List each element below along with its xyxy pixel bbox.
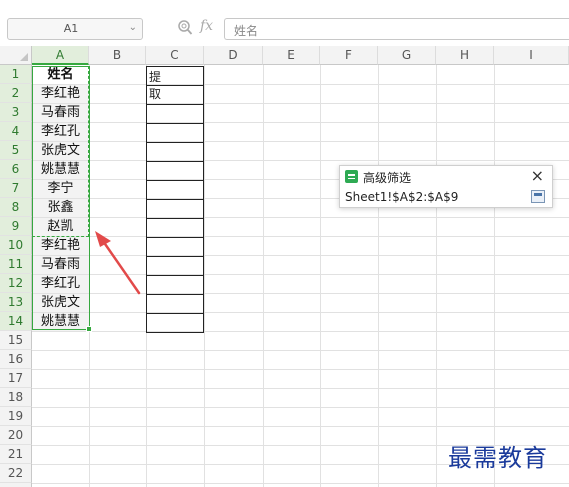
advanced-filter-dialog[interactable]: 高级筛选 × Sheet1!$A$2:$A$9 [339,165,553,208]
watermark-logo: 最需教育 [448,444,548,472]
gridline-vertical [378,65,379,487]
name-box-value: A1 [63,22,79,35]
column-header-c[interactable]: C [146,46,204,65]
cell-c3[interactable] [146,104,204,124]
row-header-23[interactable]: 23 [0,483,32,487]
row-header-22[interactable]: 22 [0,464,32,483]
gridline-vertical [204,65,205,487]
row-header-11[interactable]: 11 [0,255,32,274]
cell-c6[interactable] [146,161,204,181]
column-header-b[interactable]: B [89,46,146,65]
row-header-5[interactable]: 5 [0,141,32,160]
gridline-horizontal [32,236,569,237]
dialog-title: 高级筛选 [363,171,412,185]
select-all-corner[interactable] [0,46,32,65]
gridline-horizontal [32,369,569,370]
cell-c10[interactable] [146,237,204,257]
column-header-h[interactable]: H [436,46,494,65]
cell-c9[interactable] [146,218,204,238]
cell-c4[interactable] [146,123,204,143]
gridline-horizontal [32,141,569,142]
row-header-17[interactable]: 17 [0,369,32,388]
range-input[interactable]: Sheet1!$A$2:$A$9 [345,190,458,204]
collapse-range-icon[interactable] [531,190,545,203]
row-header-16[interactable]: 16 [0,350,32,369]
row-header-15[interactable]: 15 [0,331,32,350]
row-header-3[interactable]: 3 [0,103,32,122]
row-header-9[interactable]: 9 [0,217,32,236]
cell-c5[interactable] [146,142,204,162]
name-box[interactable]: A1 ⌄ [7,18,143,40]
fx-icon[interactable]: fx [200,18,213,34]
gridline-horizontal [32,84,569,85]
column-header-a[interactable]: A [32,46,89,65]
gridline-vertical [494,65,495,487]
formula-input[interactable]: 姓名 [224,18,569,40]
row-header-20[interactable]: 20 [0,426,32,445]
gridline-horizontal [32,407,569,408]
row-header-10[interactable]: 10 [0,236,32,255]
cell-c7[interactable] [146,180,204,200]
gridline-horizontal [32,160,569,161]
row-header-18[interactable]: 18 [0,388,32,407]
cell-c13[interactable] [146,294,204,314]
gridline-horizontal [32,255,569,256]
gridline-horizontal [32,312,569,313]
row-header-12[interactable]: 12 [0,274,32,293]
gridline-horizontal [32,217,569,218]
gridline-horizontal [32,331,569,332]
copy-marquee [32,66,89,237]
column-header-i[interactable]: I [494,46,569,65]
cell-c11[interactable] [146,256,204,276]
formula-bar: A1 ⌄ fx 姓名 [0,0,569,42]
cell-c1-value: 提取 [149,70,162,101]
gridline-vertical [263,65,264,487]
chevron-down-icon[interactable]: ⌄ [129,22,137,33]
zoom-icon[interactable] [177,19,193,37]
fill-handle[interactable] [86,326,92,332]
close-icon[interactable]: × [531,166,544,185]
cell-c14[interactable] [146,313,204,333]
cell-c8[interactable] [146,199,204,219]
row-header-7[interactable]: 7 [0,179,32,198]
column-header-e[interactable]: E [263,46,320,65]
row-header-14[interactable]: 14 [0,312,32,331]
row-header-6[interactable]: 6 [0,160,32,179]
gridline-horizontal [32,122,569,123]
row-header-21[interactable]: 21 [0,445,32,464]
gridline-horizontal [32,293,569,294]
column-header-g[interactable]: G [378,46,436,65]
row-header-19[interactable]: 19 [0,407,32,426]
gridline-horizontal [32,483,569,484]
cell-c12[interactable] [146,275,204,295]
row-header-13[interactable]: 13 [0,293,32,312]
gridline-horizontal [32,103,569,104]
row-header-2[interactable]: 2 [0,84,32,103]
gridline-horizontal [32,274,569,275]
row-header-1[interactable]: 1 [0,65,32,84]
select-all-icon [20,53,28,61]
gridline-horizontal [32,426,569,427]
column-header-d[interactable]: D [204,46,263,65]
gridline-vertical [436,65,437,487]
row-header-4[interactable]: 4 [0,122,32,141]
gridline-horizontal [32,350,569,351]
column-header-f[interactable]: F [320,46,378,65]
filter-app-icon [345,170,358,183]
formula-input-value: 姓名 [234,24,259,38]
gridline-horizontal [32,388,569,389]
row-header-8[interactable]: 8 [0,198,32,217]
gridline-vertical [320,65,321,487]
